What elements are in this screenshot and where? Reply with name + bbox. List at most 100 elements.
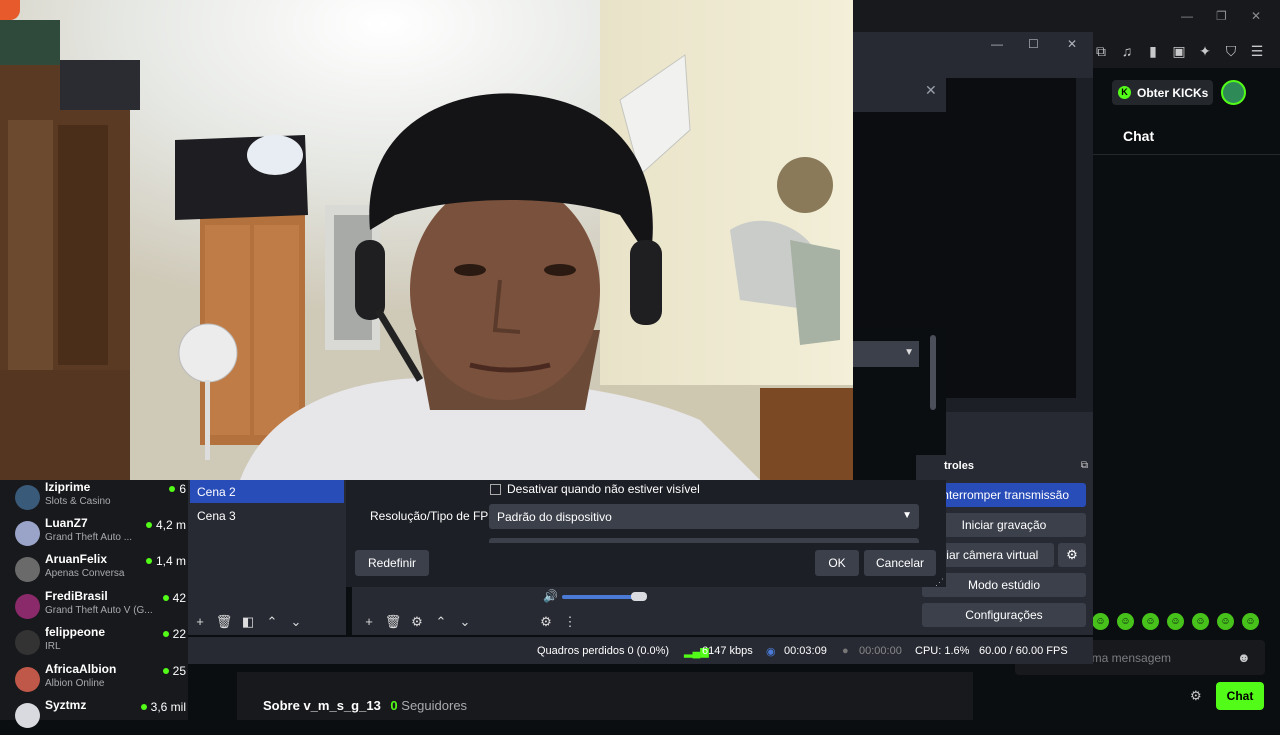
fps-label: Resolução/Tipo de FPS <box>370 509 497 523</box>
settings-button[interactable]: Configurações <box>922 603 1086 627</box>
emote-icon[interactable]: ☺ <box>1167 613 1184 630</box>
channel-category: IRL <box>45 641 61 652</box>
more-icon[interactable]: ⋮ <box>558 614 582 630</box>
wallet-icon[interactable]: ▣ <box>1172 43 1186 60</box>
channel-avatar <box>15 703 40 728</box>
emote-icon[interactable]: ☺ <box>1217 613 1234 630</box>
undock-icon[interactable]: ⧉ <box>1081 460 1088 471</box>
followers-count: 0 <box>390 698 398 713</box>
reset-button[interactable]: Redefinir <box>355 550 429 576</box>
sidebar-channel[interactable]: Syztmz 3,6 mil <box>0 698 188 735</box>
gear-icon[interactable]: ⚙ <box>1058 543 1086 567</box>
channel-category: Grand Theft Auto V (G... <box>45 605 153 616</box>
channel-avatar <box>15 557 40 582</box>
stop-stream-button[interactable]: Interromper transmissão <box>922 483 1086 507</box>
stream-icon: ◉ <box>766 646 776 658</box>
record-time: 00:00:00 <box>859 645 902 657</box>
emoji-icon[interactable]: ☻ <box>1237 650 1251 665</box>
speaker-icon[interactable]: 🔊 <box>543 589 558 603</box>
chevron-up-icon[interactable]: ⌃ <box>260 614 284 630</box>
extension-icon[interactable]: ⧉ <box>1094 43 1108 60</box>
device-dropdown[interactable]: ▼ <box>853 341 919 367</box>
fps-select[interactable]: Padrão do dispositivo ▼ <box>489 504 919 529</box>
emote-icon[interactable]: ☺ <box>1142 613 1159 630</box>
viewer-count: 4,2 m <box>146 518 186 532</box>
divider <box>1092 154 1280 155</box>
shield-icon[interactable]: ⛉ <box>1224 43 1238 60</box>
fps-readout: 60.00 / 60.00 FPS <box>979 645 1068 657</box>
emote-icon[interactable]: ☺ <box>1092 613 1109 630</box>
volume-slider[interactable] <box>562 595 639 599</box>
music-icon[interactable]: ♫ <box>1120 43 1134 59</box>
chat-send-button[interactable]: Chat <box>1216 682 1264 710</box>
close-icon[interactable]: ✕ <box>1067 37 1077 51</box>
maximize-icon[interactable]: ☐ <box>1028 37 1039 51</box>
advanced-audio-icon[interactable]: ⚙ <box>534 614 558 630</box>
close-icon[interactable]: ✕ <box>1251 9 1261 23</box>
followers-label: Seguidores <box>401 698 468 713</box>
filter-icon[interactable]: ◧ <box>236 614 260 630</box>
trash-icon[interactable]: 🗑 <box>212 614 236 630</box>
checkbox-box[interactable] <box>490 483 501 495</box>
add-icon[interactable]: + <box>188 614 212 630</box>
sidebar-channel[interactable]: Iziprime Slots & Casino 6 <box>0 480 188 517</box>
scrollbar[interactable] <box>930 335 936 410</box>
sparkle-icon[interactable]: ✦ <box>1198 43 1212 60</box>
sidebar-channel[interactable]: AfricaAlbion Albion Online 25 <box>0 662 188 699</box>
sidebar-channel[interactable]: felippeone IRL 22 <box>0 625 188 662</box>
gear-icon[interactable]: ⚙ <box>405 614 429 630</box>
channel-avatar <box>15 521 40 546</box>
sidebar-icon[interactable]: ▮ <box>1146 43 1160 60</box>
emote-bar: ☺ ☺ ☺ ☺ ☺ ☺ ☺ <box>1092 613 1259 630</box>
channel-avatar <box>15 667 40 692</box>
studio-mode-button[interactable]: Modo estúdio <box>922 573 1086 597</box>
scene-item[interactable]: Cena 2 <box>190 480 344 503</box>
webcam-image <box>0 0 853 480</box>
minimize-icon[interactable]: — <box>991 37 1003 51</box>
obter-kicks-button[interactable]: K Obter KICKs <box>1112 80 1213 105</box>
mixer-toolbar: ⚙ ⋮ <box>534 614 582 630</box>
gear-icon[interactable]: ⚙ <box>1190 688 1202 704</box>
close-icon[interactable]: ✕ <box>925 82 937 99</box>
emote-icon[interactable]: ☺ <box>1117 613 1134 630</box>
chevron-down-icon[interactable]: ⌄ <box>453 614 477 630</box>
menu-icon[interactable]: ☰ <box>1250 43 1264 60</box>
volume-slider-handle[interactable] <box>631 592 647 601</box>
start-recording-button[interactable]: Iniciar gravação <box>922 513 1086 537</box>
about-heading: Sobre v_m_s_g_13 0 Seguidores <box>263 698 467 713</box>
obter-kicks-label: Obter KICKs <box>1137 85 1209 100</box>
resize-grip-icon[interactable]: ⋰ <box>935 577 944 588</box>
scenes-dock: Cena 2 Cena 3 <box>188 480 346 635</box>
chevron-up-icon[interactable]: ⌃ <box>429 614 453 630</box>
channel-name: Syztmz <box>45 698 87 712</box>
channel-name: felippeone <box>45 625 106 639</box>
sidebar-channel[interactable]: AruanFelix Apenas Conversa 1,4 m <box>0 552 188 589</box>
obs-panel <box>946 412 1093 460</box>
trash-icon[interactable]: 🗑 <box>381 614 405 630</box>
sidebar-channel[interactable]: LuanZ7 Grand Theft Auto ... 4,2 m <box>0 516 188 553</box>
webcam-preview <box>0 0 853 480</box>
obs-titlebar: — ☐ ✕ <box>853 32 1093 78</box>
deactivate-checkbox[interactable]: Desativar quando não estiver visível <box>490 482 700 496</box>
ok-button[interactable]: OK <box>815 550 859 576</box>
kick-coin-icon: K <box>1118 86 1131 99</box>
emote-icon[interactable]: ☺ <box>1242 613 1259 630</box>
channel-avatar <box>15 485 40 510</box>
scene-item[interactable]: Cena 3 <box>190 504 344 527</box>
viewer-count: 6 <box>169 482 186 496</box>
next-field <box>489 538 919 543</box>
user-avatar[interactable] <box>1221 80 1246 105</box>
minimize-icon[interactable]: — <box>1181 9 1193 23</box>
stream-time: 00:03:09 <box>784 645 827 657</box>
maximize-icon[interactable]: ❐ <box>1216 9 1227 23</box>
browser-toolbar: ⧉ ♫ ▮ ▣ ✦ ⛉ ☰ <box>1092 34 1280 68</box>
obs-preview <box>946 78 1076 398</box>
sidebar-channel[interactable]: FrediBrasil Grand Theft Auto V (G... 42 <box>0 589 188 626</box>
checkbox-label: Desativar quando não estiver visível <box>507 482 700 496</box>
cancel-button[interactable]: Cancelar <box>864 550 936 576</box>
chevron-down-icon[interactable]: ⌄ <box>284 614 308 630</box>
viewer-count: 42 <box>163 591 186 605</box>
controls-title: troles <box>944 460 974 472</box>
add-icon[interactable]: + <box>357 614 381 630</box>
emote-icon[interactable]: ☺ <box>1192 613 1209 630</box>
